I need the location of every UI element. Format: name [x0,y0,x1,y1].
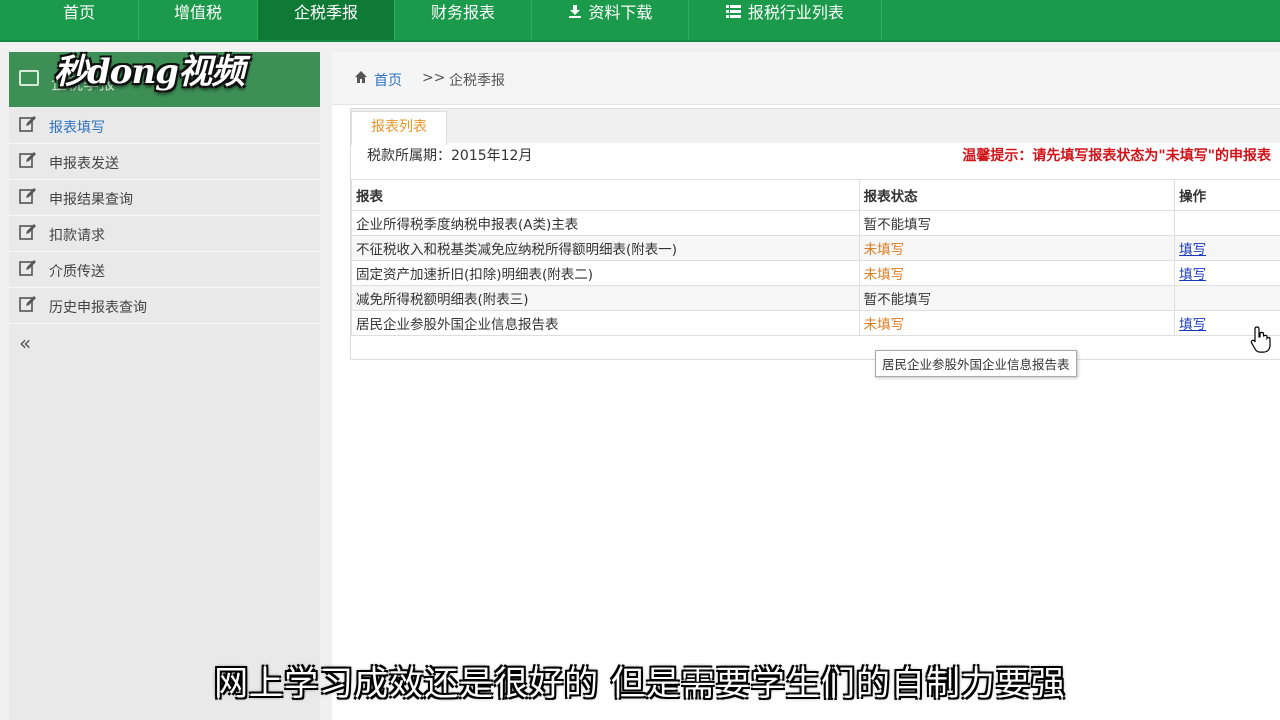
tab-report-list[interactable]: 报表列表 [351,111,447,145]
nav-financial-statements[interactable]: 财务报表 [395,0,532,40]
fill-link[interactable]: 填写 [1179,267,1206,283]
main-content: 首页 >> 企税季报 报表列表 税款所属期：2015年12月 温馨提示：请先填写… [332,52,1280,720]
nav-industry-label: 报税行业列表 [747,3,844,22]
watermark-logo: 秒dong视频 [54,52,245,92]
report-name-cell: 固定资产加速折旧(扣除)明细表(附表二) [351,260,860,286]
nav-downloads-label: 资料下载 [588,3,653,22]
table-header-row: 报表 报表状态 操作 [351,179,1280,211]
table-row: 居民企业参股外国企业信息报告表 未填写 填写 [351,310,1280,336]
sidebar-item-label: 申报结果查询 [49,192,133,208]
home-icon [355,71,367,83]
tooltip: 居民企业参股外国企业信息报告表 [875,350,1077,377]
breadcrumb: 首页 >> 企税季报 [332,52,1280,105]
status-cell: 暂不能填写 [858,285,1176,311]
sidebar-item-result-query[interactable]: 申报结果查询 [9,180,320,216]
table-row: 不征税收入和税基类减免应纳税所得额明细表(附表一) 未填写 填写 [351,235,1280,261]
nav-corporate-tax-label: 企税季报 [293,3,358,22]
report-name-cell: 不征税收入和税基类减免应纳税所得额明细表(附表一) [351,235,860,261]
sidebar-item-media-transfer[interactable]: 介质传送 [9,252,320,288]
nav-industry-list[interactable]: 报税行业列表 [689,0,882,40]
download-icon [568,4,587,22]
action-cell [1174,210,1280,236]
sidebar-item-label: 报表填写 [49,120,105,136]
table-row: 减免所得税额明细表(附表三) 暂不能填写 [351,285,1280,311]
sidebar-item-label: 介质传送 [49,264,105,280]
list-icon [726,4,746,22]
newspaper-icon [19,70,39,86]
breadcrumb-home-link[interactable]: 首页 [374,70,402,90]
action-cell: 填写 [1174,235,1280,261]
sidebar-item-send-declaration[interactable]: 申报表发送 [9,144,320,180]
sidebar-item-history-query[interactable]: 历史申报表查询 [9,288,320,324]
action-cell: 填写 [1174,260,1280,286]
column-header-action: 操作 [1174,179,1280,211]
sidebar-item-deduction-request[interactable]: 扣款请求 [9,216,320,252]
hand-cursor-icon [1250,326,1271,353]
edit-icon [19,224,36,240]
nav-downloads[interactable]: 资料下载 [532,0,689,40]
sidebar-item-label: 历史申报表查询 [49,300,147,316]
table-row: 企业所得税季度纳税申报表(A类)主表 暂不能填写 [351,210,1280,236]
status-cell: 未填写 [858,310,1176,336]
sidebar-item-form-fill[interactable]: 报表填写 [9,108,320,144]
sidebar-item-label: 扣款请求 [49,228,105,244]
sidebar-collapse-button[interactable]: « [19,331,31,355]
warning-notice: 温馨提示：请先填写报表状态为"未填写"的申报表 [962,148,1271,164]
edit-icon [19,260,36,276]
nav-home-label: 首页 [62,3,95,22]
report-name-cell: 企业所得税季度纳税申报表(A类)主表 [351,210,860,236]
top-navigation: 首页 增值税 企税季报 财务报表 资料下载 报税行业列表 [0,0,1280,42]
report-list-panel: 报表列表 税款所属期：2015年12月 温馨提示：请先填写报表状态为"未填写"的… [350,108,1280,360]
fill-link[interactable]: 填写 [1179,317,1206,333]
edit-icon [19,116,36,132]
edit-icon [19,188,36,204]
status-cell: 暂不能填写 [858,210,1176,236]
tax-period: 税款所属期：2015年12月 [367,148,533,164]
nav-financial-label: 财务报表 [430,3,495,22]
edit-icon [19,152,36,168]
column-header-report: 报表 [351,179,860,211]
sidebar-header: 企税季报 秒dong视频 [9,52,320,107]
table-row: 固定资产加速折旧(扣除)明细表(附表二) 未填写 填写 [351,260,1280,286]
action-cell [1174,285,1280,311]
panel-tab-bar: 报表列表 [351,109,1280,145]
fill-link[interactable]: 填写 [1179,242,1206,258]
nav-vat-label: 增值税 [173,3,222,22]
nav-corporate-tax-quarterly[interactable]: 企税季报 [258,0,395,40]
sidebar-item-label: 申报表发送 [49,156,119,172]
nav-home[interactable]: 首页 [20,0,139,40]
column-header-status: 报表状态 [858,179,1176,211]
edit-icon [19,296,36,312]
breadcrumb-separator: >> [422,70,446,86]
breadcrumb-current: 企税季报 [449,73,505,89]
report-name-cell: 减免所得税额明细表(附表三) [351,285,860,311]
video-subtitle: 网上学习成效还是很好的 但是需要学生们的自制力要强 [214,664,1066,704]
sidebar: 企税季报 秒dong视频 报表填写 申报表发送 申报结果查询 扣款请求 介质传送… [9,52,320,720]
status-cell: 未填写 [858,260,1176,286]
status-cell: 未填写 [858,235,1176,261]
nav-vat[interactable]: 增值税 [139,0,258,40]
report-table: 报表 报表状态 操作 企业所得税季度纳税申报表(A类)主表 暂不能填写 不征税收… [351,179,1280,336]
report-name-cell: 居民企业参股外国企业信息报告表 [351,310,860,336]
